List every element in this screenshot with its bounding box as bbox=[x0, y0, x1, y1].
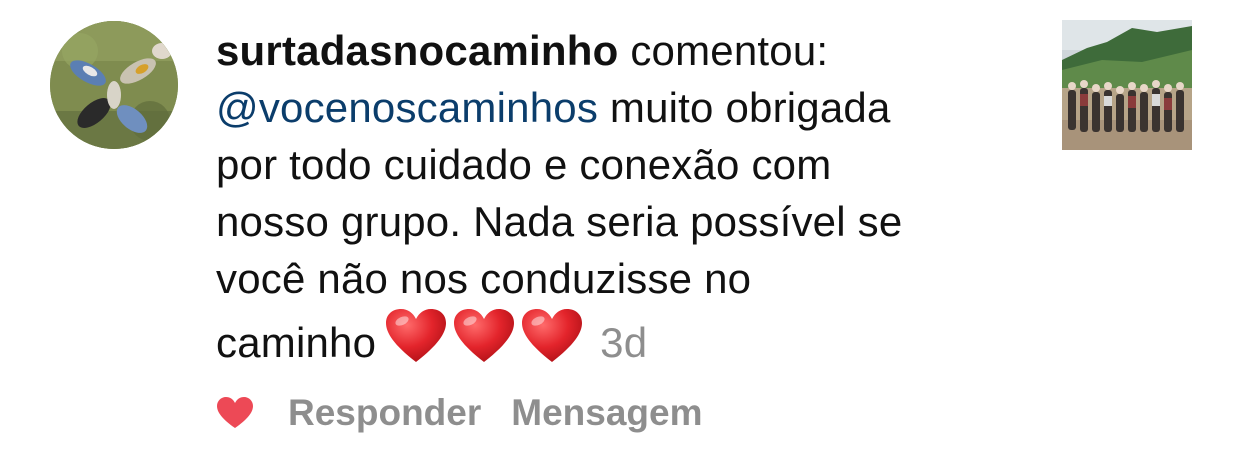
comment-line-1: muito obrigada bbox=[598, 84, 891, 131]
group-hiking-photo-icon bbox=[1062, 20, 1192, 150]
comment-line-3: nosso grupo. Nada seria possível se bbox=[216, 198, 903, 245]
red-heart-icon bbox=[384, 307, 448, 365]
comment-line-2: por todo cuidado e conexão com bbox=[216, 141, 832, 188]
comment-actions: Responder Mensagem bbox=[216, 388, 733, 438]
heart-filled-icon[interactable] bbox=[216, 396, 254, 430]
reply-button[interactable]: Responder bbox=[288, 392, 481, 434]
mention-link[interactable]: @vocenoscaminhos bbox=[216, 84, 598, 131]
username-link[interactable]: surtadasnocaminho bbox=[216, 27, 618, 74]
timestamp: 3d bbox=[600, 319, 648, 366]
comment-action-label: comentou: bbox=[618, 27, 829, 74]
comment-notification[interactable]: surtadasnocaminho comentou: @vocenoscami… bbox=[0, 0, 1242, 457]
comment-line-5: caminho bbox=[216, 319, 377, 366]
comment-line-4: você não nos conduzisse no bbox=[216, 255, 752, 302]
red-heart-icon bbox=[452, 307, 516, 365]
hearts-emoji-group bbox=[384, 307, 588, 379]
post-thumbnail[interactable] bbox=[1062, 20, 1192, 150]
avatar[interactable] bbox=[50, 21, 178, 149]
message-button[interactable]: Mensagem bbox=[511, 392, 702, 434]
profile-photo-icon bbox=[50, 21, 178, 149]
comment-text: surtadasnocaminho comentou: @vocenoscami… bbox=[216, 22, 1016, 379]
red-heart-icon bbox=[520, 307, 584, 365]
